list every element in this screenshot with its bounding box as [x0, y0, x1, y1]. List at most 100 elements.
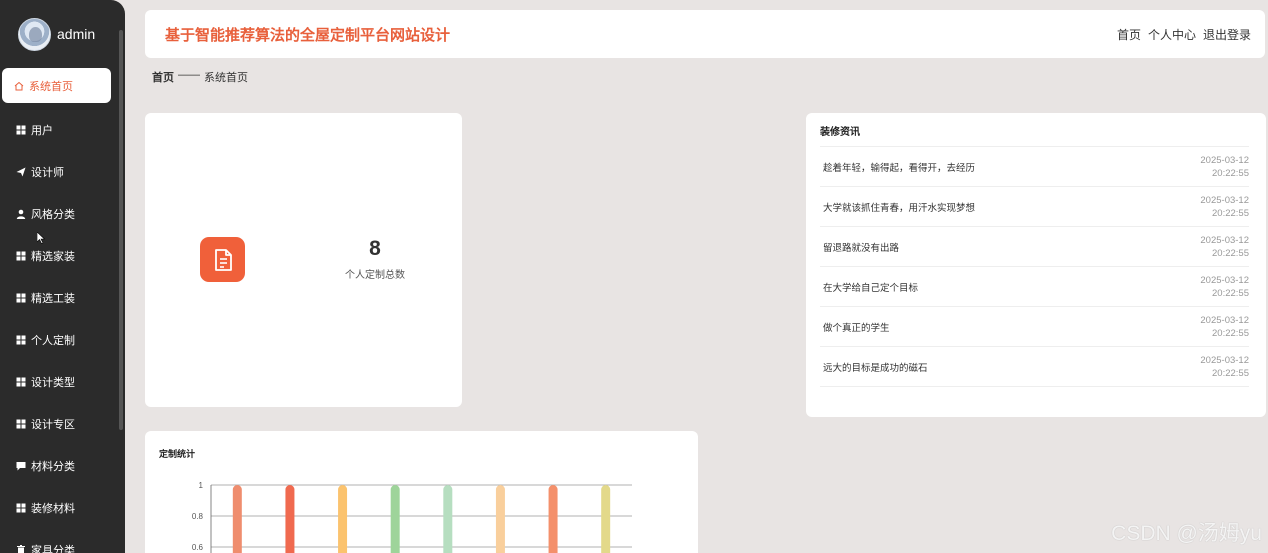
- sidebar-item-label: 家具分类: [31, 545, 75, 553]
- logout-link[interactable]: 退出登录: [1203, 26, 1251, 43]
- sidebar-item-label: 系统首页: [29, 80, 73, 93]
- send-icon: [16, 167, 26, 177]
- news-item-date: 2025-03-12: [1200, 194, 1249, 206]
- news-item-title: 留退路就没有出路: [823, 242, 900, 254]
- sidebar-scrollbar[interactable]: [119, 30, 123, 430]
- news-title: 装修资讯: [820, 113, 1249, 147]
- news-item[interactable]: 留退路就没有出路 2025-03-12 20:22:55: [820, 227, 1249, 267]
- count-label: 个人定制总数: [345, 270, 405, 281]
- sidebar-item-label: 精选家装: [31, 251, 75, 263]
- y-tick-label: 0.8: [192, 512, 204, 521]
- news-item[interactable]: 在大学给自己定个目标 2025-03-12 20:22:55: [820, 267, 1249, 307]
- news-item-title: 趁着年轻，输得起，看得开，去经历: [823, 162, 976, 174]
- news-item-title: 远大的目标是成功的磁石: [823, 362, 928, 374]
- chart-bar[interactable]: [443, 485, 453, 553]
- sidebar-item-0[interactable]: 系统首页: [2, 68, 111, 103]
- news-item[interactable]: 做个真正的学生 2025-03-12 20:22:55: [820, 307, 1249, 347]
- grid-icon: [16, 125, 26, 135]
- home-link[interactable]: 首页: [1117, 26, 1141, 43]
- count-card: 8 个人定制总数: [145, 113, 462, 407]
- breadcrumb: 首页 —— 系统首页: [152, 69, 248, 85]
- breadcrumb-current: 系统首页: [204, 72, 248, 84]
- sidebar-item-label: 装修材料: [31, 503, 75, 515]
- news-item[interactable]: 远大的目标是成功的磁石 2025-03-12 20:22:55: [820, 347, 1249, 387]
- news-item-clock: 20:22:55: [1212, 167, 1249, 179]
- sidebar-item-9[interactable]: 材料分类: [0, 445, 125, 487]
- breadcrumb-separator: ——: [178, 69, 200, 81]
- news-item-date: 2025-03-12: [1200, 314, 1249, 326]
- news-item-clock: 20:22:55: [1212, 207, 1249, 219]
- chart-bar[interactable]: [232, 485, 242, 553]
- news-item-title: 大学就该抓住青春，用汗水实现梦想: [823, 202, 976, 214]
- sidebar-item-1[interactable]: 用户: [0, 109, 125, 151]
- news-item-clock: 20:22:55: [1212, 367, 1249, 379]
- trash-icon: [16, 545, 26, 553]
- sidebar-item-label: 精选工装: [31, 293, 75, 305]
- sidebar-item-7[interactable]: 设计类型: [0, 361, 125, 403]
- news-item-date: 2025-03-12: [1200, 154, 1249, 166]
- news-item-time: 2025-03-12 20:22:55: [1200, 234, 1249, 260]
- chart-bar[interactable]: [601, 485, 611, 553]
- y-tick-label: 1: [199, 481, 204, 490]
- chart-bar[interactable]: [390, 485, 400, 553]
- comment-icon: [16, 461, 26, 471]
- news-card: 装修资讯 趁着年轻，输得起，看得开，去经历 2025-03-12 20:22:55 大…: [806, 113, 1266, 417]
- sidebar-item-label: 用户: [31, 125, 53, 137]
- profile: admin: [0, 0, 125, 68]
- news-item-time: 2025-03-12 20:22:55: [1200, 354, 1249, 380]
- count-value: 8: [369, 237, 381, 260]
- avatar[interactable]: [18, 17, 51, 51]
- grid-icon: [16, 251, 26, 261]
- news-item-time: 2025-03-12 20:22:55: [1200, 274, 1249, 300]
- grid-icon: [16, 335, 26, 345]
- news-item-title: 在大学给自己定个目标: [823, 282, 919, 294]
- news-item-clock: 20:22:55: [1212, 287, 1249, 299]
- header-links: 首页 个人中心 退出登录: [1117, 26, 1251, 43]
- sidebar-item-6[interactable]: 个人定制: [0, 319, 125, 361]
- grid-icon: [16, 377, 26, 387]
- sidebar-item-11[interactable]: 家具分类: [0, 529, 125, 553]
- grid-icon: [16, 503, 26, 513]
- news-item-time: 2025-03-12 20:22:55: [1200, 154, 1249, 180]
- news-item[interactable]: 趁着年轻，输得起，看得开，去经历 2025-03-12 20:22:55: [820, 147, 1249, 187]
- sidebar-item-label: 风格分类: [31, 209, 75, 221]
- sidebar-item-label: 个人定制: [31, 335, 75, 347]
- sidebar-menu: 系统首页用户设计师风格分类精选家装精选工装个人定制设计类型设计专区材料分类装修材…: [0, 68, 125, 553]
- news-item-title: 做个真正的学生: [823, 322, 890, 334]
- profile-name: admin: [57, 26, 96, 42]
- header: 基于智能推荐算法的全屋定制平台网站设计 首页 个人中心 退出登录: [145, 10, 1265, 58]
- y-tick-label: 0.6: [192, 543, 204, 552]
- sidebar: admin 系统首页用户设计师风格分类精选家装精选工装个人定制设计类型设计专区材…: [0, 0, 125, 553]
- profile-link[interactable]: 个人中心: [1148, 26, 1196, 43]
- sidebar-item-4[interactable]: 精选家装: [0, 235, 125, 277]
- site-title: 基于智能推荐算法的全屋定制平台网站设计: [165, 26, 451, 44]
- sidebar-item-label: 设计师: [31, 167, 64, 179]
- breadcrumb-home[interactable]: 首页: [152, 69, 174, 85]
- news-item-time: 2025-03-12 20:22:55: [1200, 314, 1249, 340]
- chart-bar[interactable]: [495, 485, 505, 553]
- home-icon: [14, 81, 24, 91]
- news-item-date: 2025-03-12: [1200, 234, 1249, 246]
- mouse-cursor-icon: [37, 232, 45, 244]
- sidebar-item-3[interactable]: 风格分类: [0, 193, 125, 235]
- chart-card: 定制统计 1 0.8 0.6: [145, 431, 698, 553]
- news-item-time: 2025-03-12 20:22:55: [1200, 194, 1249, 220]
- sidebar-item-label: 材料分类: [31, 461, 75, 473]
- bar-chart: 1 0.8 0.6: [192, 481, 632, 553]
- news-item-clock: 20:22:55: [1212, 327, 1249, 339]
- document-icon: [200, 237, 245, 282]
- sidebar-item-label: 设计专区: [31, 419, 75, 431]
- sidebar-item-2[interactable]: 设计师: [0, 151, 125, 193]
- chart-bar[interactable]: [338, 485, 348, 553]
- news-item[interactable]: 大学就该抓住青春，用汗水实现梦想 2025-03-12 20:22:55: [820, 187, 1249, 227]
- chart-bar[interactable]: [285, 485, 295, 553]
- sidebar-item-8[interactable]: 设计专区: [0, 403, 125, 445]
- news-item-date: 2025-03-12: [1200, 354, 1249, 366]
- news-item-date: 2025-03-12: [1200, 274, 1249, 286]
- sidebar-item-10[interactable]: 装修材料: [0, 487, 125, 529]
- chart-bar[interactable]: [548, 485, 558, 553]
- sidebar-item-label: 设计类型: [31, 377, 75, 389]
- watermark: CSDN @汤姆yu: [1111, 522, 1262, 545]
- grid-icon: [16, 419, 26, 429]
- sidebar-item-5[interactable]: 精选工装: [0, 277, 125, 319]
